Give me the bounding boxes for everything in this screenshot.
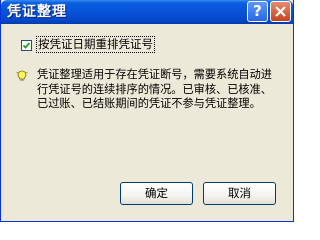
info-description: 凭证整理适用于存在凭证断号，需要系统自动进行凭证号的连续排序的情况。已审核、已核… xyxy=(37,68,272,110)
reorder-by-date-label[interactable]: 按凭证日期重排凭证号 xyxy=(36,36,155,53)
help-button[interactable]: ? xyxy=(247,1,268,22)
ok-button[interactable]: 确定 xyxy=(120,182,193,205)
checkmark-icon xyxy=(22,42,31,49)
cancel-button[interactable]: 取消 xyxy=(203,182,276,205)
close-button[interactable] xyxy=(270,1,291,22)
help-icon: ? xyxy=(253,2,262,20)
lightbulb-icon xyxy=(16,70,28,81)
title-bar[interactable]: 凭证整理 ? xyxy=(1,0,293,24)
reorder-by-date-checkbox[interactable] xyxy=(21,40,32,51)
close-icon xyxy=(275,6,286,17)
dialog-title: 凭证整理 xyxy=(7,4,67,20)
dialog-window: 凭证整理 ? 按凭证日期重排凭证号 凭证整理适用于存在凭证断号，需要系统自动进行… xyxy=(0,0,294,222)
